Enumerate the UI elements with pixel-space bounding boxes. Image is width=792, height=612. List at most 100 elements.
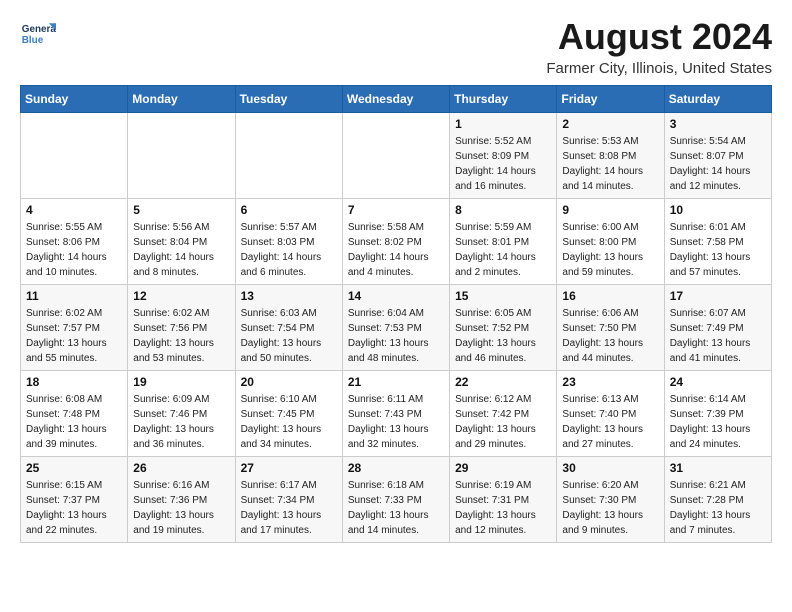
calendar-cell: 16 Sunrise: 6:06 AM Sunset: 7:50 PM Dayli… bbox=[557, 285, 664, 371]
calendar-cell bbox=[235, 113, 342, 199]
day-header-friday: Friday bbox=[557, 86, 664, 113]
day-info: Sunrise: 6:09 AM Sunset: 7:46 PM Dayligh… bbox=[133, 392, 229, 452]
calendar-cell: 20 Sunrise: 6:10 AM Sunset: 7:45 PM Dayli… bbox=[235, 371, 342, 457]
calendar-cell: 1 Sunrise: 5:52 AM Sunset: 8:09 PM Daylig… bbox=[450, 113, 557, 199]
day-number: 15 bbox=[455, 289, 551, 303]
calendar-cell: 4 Sunrise: 5:55 AM Sunset: 8:06 PM Daylig… bbox=[21, 199, 128, 285]
day-number: 16 bbox=[562, 289, 658, 303]
week-row-1: 1 Sunrise: 5:52 AM Sunset: 8:09 PM Daylig… bbox=[21, 113, 772, 199]
day-number: 14 bbox=[348, 289, 444, 303]
calendar-cell: 18 Sunrise: 6:08 AM Sunset: 7:48 PM Dayli… bbox=[21, 371, 128, 457]
svg-text:General: General bbox=[22, 24, 56, 35]
day-info: Sunrise: 5:53 AM Sunset: 8:08 PM Dayligh… bbox=[562, 134, 658, 194]
logo: General Blue bbox=[20, 16, 56, 52]
calendar-cell bbox=[21, 113, 128, 199]
week-row-2: 4 Sunrise: 5:55 AM Sunset: 8:06 PM Daylig… bbox=[21, 199, 772, 285]
calendar-cell: 15 Sunrise: 6:05 AM Sunset: 7:52 PM Dayli… bbox=[450, 285, 557, 371]
day-info: Sunrise: 6:14 AM Sunset: 7:39 PM Dayligh… bbox=[670, 392, 766, 452]
day-info: Sunrise: 6:10 AM Sunset: 7:45 PM Dayligh… bbox=[241, 392, 337, 452]
day-number: 10 bbox=[670, 203, 766, 217]
day-number: 20 bbox=[241, 375, 337, 389]
day-number: 7 bbox=[348, 203, 444, 217]
day-info: Sunrise: 5:59 AM Sunset: 8:01 PM Dayligh… bbox=[455, 220, 551, 280]
calendar-cell bbox=[342, 113, 449, 199]
day-number: 30 bbox=[562, 461, 658, 475]
day-header-saturday: Saturday bbox=[664, 86, 771, 113]
week-row-5: 25Sunrise: 6:15 AM Sunset: 7:37 PM Dayli… bbox=[21, 457, 772, 543]
day-number: 23 bbox=[562, 375, 658, 389]
calendar-cell: 10 Sunrise: 6:01 AM Sunset: 7:58 PM Dayli… bbox=[664, 199, 771, 285]
calendar-cell: 2 Sunrise: 5:53 AM Sunset: 8:08 PM Daylig… bbox=[557, 113, 664, 199]
svg-text:Blue: Blue bbox=[22, 35, 44, 46]
calendar-cell: 30 Sunrise: 6:20 AM Sunset: 7:30 PM Dayli… bbox=[557, 457, 664, 543]
week-row-4: 18 Sunrise: 6:08 AM Sunset: 7:48 PM Dayli… bbox=[21, 371, 772, 457]
day-number: 6 bbox=[241, 203, 337, 217]
day-number: 19 bbox=[133, 375, 229, 389]
day-info: Sunrise: 6:08 AM Sunset: 7:48 PM Dayligh… bbox=[26, 392, 122, 452]
logo-icon: General Blue bbox=[20, 16, 56, 52]
day-number: 4 bbox=[26, 203, 122, 217]
day-info: Sunrise: 6:13 AM Sunset: 7:40 PM Dayligh… bbox=[562, 392, 658, 452]
day-info: Sunrise: 6:02 AM Sunset: 7:57 PM Dayligh… bbox=[26, 306, 122, 366]
day-number: 9 bbox=[562, 203, 658, 217]
day-number: 27 bbox=[241, 461, 337, 475]
day-info: Sunrise: 6:11 AM Sunset: 7:43 PM Dayligh… bbox=[348, 392, 444, 452]
calendar-cell: 13 Sunrise: 6:03 AM Sunset: 7:54 PM Dayli… bbox=[235, 285, 342, 371]
calendar-cell: 24 Sunrise: 6:14 AM Sunset: 7:39 PM Dayli… bbox=[664, 371, 771, 457]
day-number: 1 bbox=[455, 117, 551, 131]
calendar-cell: 17 Sunrise: 6:07 AM Sunset: 7:49 PM Dayli… bbox=[664, 285, 771, 371]
header-row: SundayMondayTuesdayWednesdayThursdayFrid… bbox=[21, 86, 772, 113]
day-info: Sunrise: 6:17 AM Sunset: 7:34 PM Dayligh… bbox=[241, 478, 337, 538]
calendar-cell: 6Sunrise: 5:57 AM Sunset: 8:03 PM Daylig… bbox=[235, 199, 342, 285]
day-info: Sunrise: 6:18 AM Sunset: 7:33 PM Dayligh… bbox=[348, 478, 444, 538]
day-info: Sunrise: 5:58 AM Sunset: 8:02 PM Dayligh… bbox=[348, 220, 444, 280]
day-number: 29 bbox=[455, 461, 551, 475]
calendar-cell: 21 Sunrise: 6:11 AM Sunset: 7:43 PM Dayli… bbox=[342, 371, 449, 457]
day-info: Sunrise: 6:21 AM Sunset: 7:28 PM Dayligh… bbox=[670, 478, 766, 538]
day-number: 13 bbox=[241, 289, 337, 303]
calendar-cell bbox=[128, 113, 235, 199]
day-header-sunday: Sunday bbox=[21, 86, 128, 113]
page-header: General Blue August 2024 Farmer City, Il… bbox=[20, 16, 772, 77]
calendar-cell: 11Sunrise: 6:02 AM Sunset: 7:57 PM Dayli… bbox=[21, 285, 128, 371]
calendar-cell: 23 Sunrise: 6:13 AM Sunset: 7:40 PM Dayli… bbox=[557, 371, 664, 457]
day-number: 17 bbox=[670, 289, 766, 303]
day-info: Sunrise: 6:05 AM Sunset: 7:52 PM Dayligh… bbox=[455, 306, 551, 366]
location-title: Farmer City, Illinois, United States bbox=[546, 60, 772, 77]
day-info: Sunrise: 6:04 AM Sunset: 7:53 PM Dayligh… bbox=[348, 306, 444, 366]
day-number: 21 bbox=[348, 375, 444, 389]
day-info: Sunrise: 6:06 AM Sunset: 7:50 PM Dayligh… bbox=[562, 306, 658, 366]
day-number: 24 bbox=[670, 375, 766, 389]
month-title: August 2024 bbox=[546, 16, 772, 58]
day-info: Sunrise: 5:56 AM Sunset: 8:04 PM Dayligh… bbox=[133, 220, 229, 280]
title-block: August 2024 Farmer City, Illinois, Unite… bbox=[546, 16, 772, 77]
calendar-cell: 19 Sunrise: 6:09 AM Sunset: 7:46 PM Dayli… bbox=[128, 371, 235, 457]
day-info: Sunrise: 5:52 AM Sunset: 8:09 PM Dayligh… bbox=[455, 134, 551, 194]
day-number: 18 bbox=[26, 375, 122, 389]
day-number: 3 bbox=[670, 117, 766, 131]
day-number: 12 bbox=[133, 289, 229, 303]
day-number: 2 bbox=[562, 117, 658, 131]
week-row-3: 11Sunrise: 6:02 AM Sunset: 7:57 PM Dayli… bbox=[21, 285, 772, 371]
day-info: Sunrise: 5:55 AM Sunset: 8:06 PM Dayligh… bbox=[26, 220, 122, 280]
day-info: Sunrise: 6:02 AM Sunset: 7:56 PM Dayligh… bbox=[133, 306, 229, 366]
day-info: Sunrise: 6:15 AM Sunset: 7:37 PM Dayligh… bbox=[26, 478, 122, 538]
day-info: Sunrise: 6:01 AM Sunset: 7:58 PM Dayligh… bbox=[670, 220, 766, 280]
calendar-cell: 26Sunrise: 6:16 AM Sunset: 7:36 PM Dayli… bbox=[128, 457, 235, 543]
day-info: Sunrise: 6:03 AM Sunset: 7:54 PM Dayligh… bbox=[241, 306, 337, 366]
calendar-cell: 8Sunrise: 5:59 AM Sunset: 8:01 PM Daylig… bbox=[450, 199, 557, 285]
day-info: Sunrise: 6:07 AM Sunset: 7:49 PM Dayligh… bbox=[670, 306, 766, 366]
day-number: 22 bbox=[455, 375, 551, 389]
day-header-wednesday: Wednesday bbox=[342, 86, 449, 113]
calendar-cell: 14 Sunrise: 6:04 AM Sunset: 7:53 PM Dayli… bbox=[342, 285, 449, 371]
day-info: Sunrise: 6:20 AM Sunset: 7:30 PM Dayligh… bbox=[562, 478, 658, 538]
day-number: 31 bbox=[670, 461, 766, 475]
calendar-cell: 29Sunrise: 6:19 AM Sunset: 7:31 PM Dayli… bbox=[450, 457, 557, 543]
day-number: 26 bbox=[133, 461, 229, 475]
day-number: 5 bbox=[133, 203, 229, 217]
day-info: Sunrise: 6:00 AM Sunset: 8:00 PM Dayligh… bbox=[562, 220, 658, 280]
calendar-cell: 22 Sunrise: 6:12 AM Sunset: 7:42 PM Dayli… bbox=[450, 371, 557, 457]
day-info: Sunrise: 6:12 AM Sunset: 7:42 PM Dayligh… bbox=[455, 392, 551, 452]
calendar-table: SundayMondayTuesdayWednesdayThursdayFrid… bbox=[20, 85, 772, 543]
calendar-cell: 12 Sunrise: 6:02 AM Sunset: 7:56 PM Dayli… bbox=[128, 285, 235, 371]
